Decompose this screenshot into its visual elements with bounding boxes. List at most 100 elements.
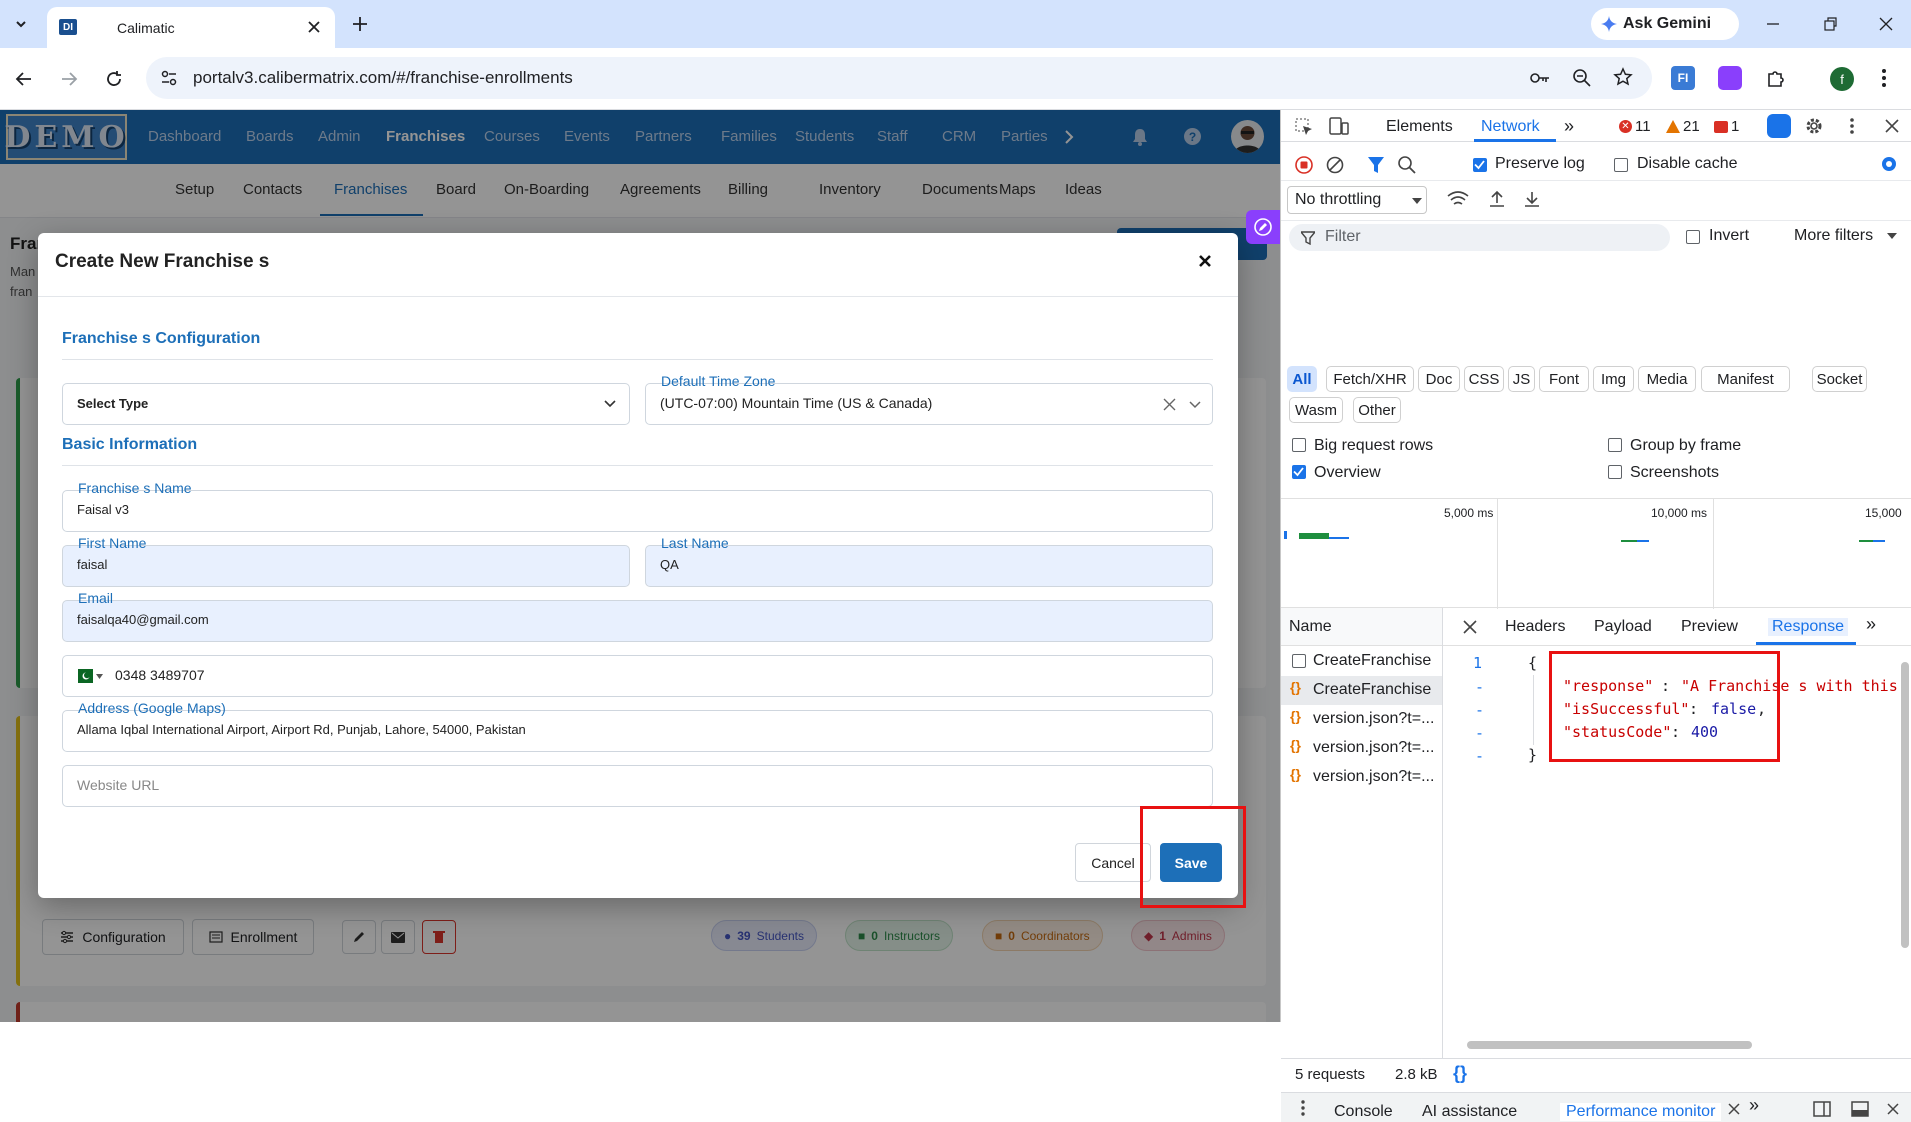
clear-timezone-icon[interactable] <box>1163 398 1176 411</box>
zoom-out-icon[interactable] <box>1572 68 1592 88</box>
close-window-icon[interactable] <box>1878 16 1894 32</box>
detail-tab-payload[interactable]: Payload <box>1594 618 1652 636</box>
dock-bottom-icon[interactable] <box>1851 1101 1869 1117</box>
country-flag-selector[interactable] <box>73 669 103 683</box>
drawer-tab-console[interactable]: Console <box>1334 1103 1393 1121</box>
detail-tab-preview[interactable]: Preview <box>1681 618 1738 636</box>
drawer-tab-performance-monitor[interactable]: Performance monitor <box>1560 1103 1722 1121</box>
request-row[interactable]: CreateFranchise <box>1281 647 1442 676</box>
filter-input[interactable]: Filter <box>1289 224 1670 251</box>
dock-side-icon[interactable] <box>1813 1101 1831 1117</box>
request-row[interactable]: {} version.json?t=... <box>1281 734 1442 763</box>
franchise-name-field[interactable]: Franchise s Name Faisal v3 <box>62 480 1213 532</box>
floating-annotate-icon[interactable] <box>1246 210 1280 244</box>
browser-menu-icon[interactable] <box>1881 68 1887 88</box>
extension-edit-icon[interactable] <box>1718 66 1742 90</box>
filter-chip-fetchxhr[interactable]: Fetch/XHR <box>1326 366 1414 392</box>
ai-assist-icon[interactable] <box>1767 114 1791 138</box>
settings-gear-icon[interactable] <box>1804 116 1824 136</box>
filter-chip-css[interactable]: CSS <box>1464 366 1504 392</box>
drawer-menu-icon[interactable] <box>1301 1100 1305 1116</box>
json-format-icon[interactable]: {} <box>1453 1063 1467 1084</box>
filter-chip-js[interactable]: JS <box>1508 366 1535 392</box>
request-row[interactable]: {} version.json?t=... <box>1281 763 1442 792</box>
email-field[interactable]: Email faisalqa40@gmail.com <box>62 590 1213 642</box>
first-name-field[interactable]: First Name faisal <box>62 535 630 587</box>
network-settings-gear-icon[interactable] <box>1879 154 1899 174</box>
extensions-puzzle-icon[interactable] <box>1765 67 1787 89</box>
inspect-element-icon[interactable] <box>1295 118 1313 136</box>
preserve-log-checkbox[interactable] <box>1473 158 1487 172</box>
timezone-select[interactable]: Default Time Zone (UTC-07:00) Mountain T… <box>645 373 1213 425</box>
more-tabs-icon[interactable]: » <box>1564 116 1574 137</box>
extension-icon[interactable]: FI <box>1671 66 1695 90</box>
back-icon[interactable] <box>14 69 34 89</box>
filter-chip-wasm[interactable]: Wasm <box>1289 397 1343 423</box>
filter-chip-manifest[interactable]: Manifest <box>1701 366 1790 392</box>
close-drawer-tab-icon[interactable] <box>1728 1103 1740 1115</box>
filter-chip-other[interactable]: Other <box>1353 397 1401 423</box>
name-column-header[interactable]: Name <box>1289 618 1332 636</box>
password-key-icon[interactable] <box>1529 69 1551 87</box>
clear-log-icon[interactable] <box>1326 156 1344 174</box>
issue-count[interactable]: 1 <box>1714 118 1739 135</box>
website-url-field[interactable]: Website URL <box>62 765 1213 807</box>
horizontal-scrollbar[interactable] <box>1467 1041 1752 1049</box>
big-request-rows-checkbox[interactable] <box>1292 438 1306 452</box>
close-detail-icon[interactable] <box>1463 620 1477 634</box>
address-field[interactable]: Address (Google Maps) Allama Iqbal Inter… <box>62 700 1213 752</box>
throttling-select[interactable]: No throttling <box>1287 186 1427 214</box>
filter-funnel-icon[interactable] <box>1368 156 1384 174</box>
detail-tab-response[interactable]: Response <box>1768 618 1849 636</box>
filter-chip-img[interactable]: Img <box>1593 366 1634 392</box>
profile-avatar[interactable]: f <box>1830 67 1854 91</box>
site-settings-icon[interactable] <box>160 69 178 87</box>
browser-tab[interactable]: DI Calimatic <box>47 7 335 48</box>
filter-chip-all[interactable]: All <box>1287 366 1317 392</box>
more-detail-tabs-icon[interactable]: » <box>1866 614 1876 635</box>
devtools-tab-network[interactable]: Network <box>1481 118 1540 136</box>
filter-chip-doc[interactable]: Doc <box>1418 366 1460 392</box>
warning-count[interactable]: 21 <box>1666 118 1700 135</box>
select-type-dropdown[interactable]: Select Type <box>62 383 630 425</box>
new-tab-icon[interactable] <box>350 14 370 34</box>
filter-chip-socket[interactable]: Socket <box>1812 366 1867 392</box>
last-name-field[interactable]: Last Name QA <box>645 535 1213 587</box>
import-har-icon[interactable] <box>1488 190 1506 208</box>
reload-icon[interactable] <box>104 69 124 89</box>
overview-checkbox[interactable] <box>1292 465 1306 479</box>
export-har-icon[interactable] <box>1523 190 1541 208</box>
close-devtools-icon[interactable] <box>1885 119 1899 133</box>
address-bar[interactable]: portalv3.calibermatrix.com/#/franchise-e… <box>146 57 1652 99</box>
restore-window-icon[interactable] <box>1822 16 1838 32</box>
vertical-scrollbar[interactable] <box>1901 662 1909 948</box>
filter-chip-media[interactable]: Media <box>1638 366 1696 392</box>
device-toolbar-icon[interactable] <box>1329 117 1349 135</box>
close-drawer-icon[interactable] <box>1887 1103 1899 1115</box>
timeline-overview[interactable]: 5,000 ms 10,000 ms 15,000 <box>1281 498 1911 609</box>
filter-chip-font[interactable]: Font <box>1539 366 1589 392</box>
devtools-menu-icon[interactable] <box>1850 117 1854 135</box>
group-by-frame-checkbox[interactable] <box>1608 438 1622 452</box>
error-count[interactable]: ✕ 11 <box>1619 118 1651 135</box>
more-filters-dropdown[interactable]: More filters <box>1794 227 1873 245</box>
close-tab-icon[interactable] <box>305 18 323 36</box>
minimize-window-icon[interactable] <box>1765 16 1781 32</box>
tab-search-icon[interactable] <box>9 12 33 36</box>
ask-gemini-button[interactable]: Ask Gemini <box>1591 8 1739 40</box>
request-row[interactable]: {} CreateFranchise <box>1281 676 1442 705</box>
detail-tab-headers[interactable]: Headers <box>1505 618 1565 636</box>
record-stop-icon[interactable] <box>1295 156 1313 174</box>
search-icon[interactable] <box>1397 155 1417 175</box>
url-text[interactable]: portalv3.calibermatrix.com/#/franchise-e… <box>193 68 573 88</box>
modal-close-icon[interactable] <box>1198 254 1212 268</box>
request-row[interactable]: {} version.json?t=... <box>1281 705 1442 734</box>
devtools-tab-elements[interactable]: Elements <box>1386 118 1453 136</box>
drawer-tab-ai-assistance[interactable]: AI assistance <box>1422 1103 1517 1121</box>
invert-checkbox[interactable] <box>1686 230 1700 244</box>
disable-cache-checkbox[interactable] <box>1614 158 1628 172</box>
screenshots-checkbox[interactable] <box>1608 465 1622 479</box>
bookmark-star-icon[interactable] <box>1613 67 1633 87</box>
phone-field[interactable]: 0348 3489707 <box>62 655 1213 697</box>
forward-icon[interactable] <box>59 69 79 89</box>
